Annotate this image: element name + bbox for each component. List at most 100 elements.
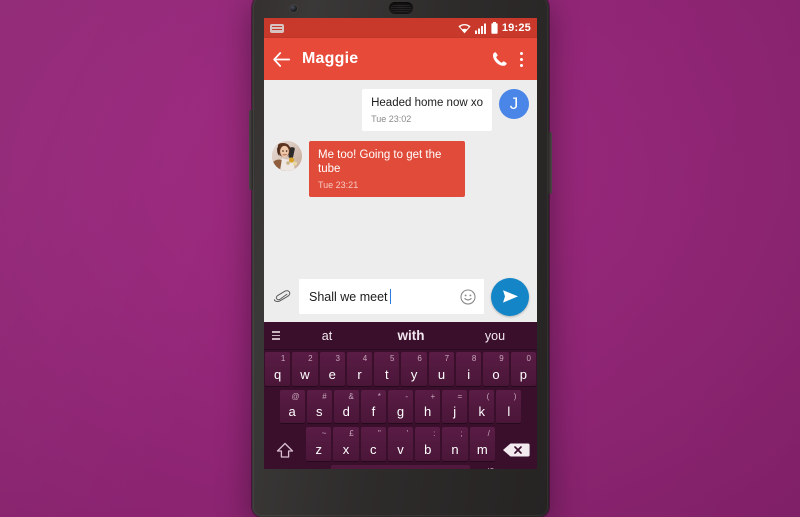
key-sub-label: 0 — [526, 354, 531, 363]
message-input[interactable]: Shall we meet — [309, 289, 391, 304]
emoji-enter-key[interactable] — [501, 465, 536, 469]
key-r[interactable]: 4r — [346, 352, 373, 386]
key-label: c — [370, 441, 377, 457]
key-sub-label: * — [377, 391, 381, 401]
virtual-keyboard: at with you 1q 2w 3e 4r 5t 6y 7u 8i 9o 0… — [264, 322, 537, 469]
smiley-face-icon[interactable] — [460, 288, 476, 305]
prediction-candidate-2[interactable]: you — [453, 329, 537, 343]
key-label: d — [342, 404, 350, 419]
key-q[interactable]: 1q — [265, 352, 291, 386]
key-w[interactable]: 2w — [292, 352, 318, 386]
key-p[interactable]: 0p — [510, 352, 536, 386]
key-l[interactable]: ) l — [496, 389, 522, 423]
key-v[interactable]: ' v — [387, 427, 414, 461]
key-label: q — [274, 366, 282, 382]
key-d[interactable]: & d — [333, 389, 359, 423]
key-sub-label: / — [487, 429, 490, 438]
key-label: w — [300, 366, 310, 382]
key-sub-label: 6 — [417, 354, 422, 363]
key-sub-label: & — [348, 391, 354, 401]
key-label: b — [424, 441, 432, 457]
power-side-button[interactable] — [548, 132, 552, 194]
key-o[interactable]: 9o — [483, 352, 509, 386]
more-vertical-icon[interactable] — [514, 50, 528, 68]
key-b[interactable]: :b — [415, 427, 441, 461]
key-i[interactable]: 8i — [456, 352, 482, 386]
avatar-initial: J — [509, 94, 519, 113]
key-u[interactable]: 7u — [428, 352, 455, 386]
message-input-wrapper[interactable]: Shall we meet — [299, 279, 484, 314]
key-m[interactable]: / m — [469, 427, 495, 461]
space-key[interactable]: SwiftKey — [330, 464, 471, 469]
front-camera-icon — [290, 5, 297, 12]
conversation-title: Maggie — [302, 50, 359, 67]
key-a[interactable]: @ a — [279, 389, 305, 423]
row2-right-pad — [523, 390, 536, 424]
text-caret — [389, 289, 391, 304]
key-label: r — [357, 366, 362, 382]
key-s[interactable]: # s — [306, 389, 332, 423]
earpiece-speaker-icon — [388, 2, 413, 14]
key-k[interactable]: (k — [469, 389, 495, 423]
message-bubble[interactable]: Headed home now xo Tue 23:02 — [362, 89, 492, 131]
key-sub-label: 3 — [335, 354, 340, 363]
paperclip-icon[interactable] — [272, 289, 292, 304]
key-sub-label: ) — [513, 391, 517, 401]
key-label: j — [453, 404, 457, 419]
key-label: g — [396, 404, 405, 419]
key-n[interactable]: ; n — [442, 427, 468, 461]
shift-key[interactable] — [265, 427, 304, 461]
message-list: Headed home now xo Tue 23:02 J Me too! G… — [264, 80, 537, 271]
status-bar: 19:25 — [264, 18, 537, 38]
key-label: p — [519, 366, 527, 382]
prediction-candidate-0[interactable]: at — [285, 329, 369, 343]
phone-call-icon[interactable] — [492, 51, 508, 67]
period-key[interactable]: !? . — [472, 465, 499, 470]
key-sub-label: + — [430, 391, 436, 401]
message-timestamp: Tue 23:02 — [371, 114, 412, 125]
battery-icon — [491, 22, 498, 34]
key-sub-label: # — [322, 391, 327, 401]
send-button[interactable] — [491, 277, 529, 316]
key-j[interactable]: = j — [442, 389, 468, 423]
numeric-key[interactable]: 123 — [265, 465, 300, 470]
key-sub-label: ' — [406, 429, 409, 438]
key-y[interactable]: 6y — [401, 352, 427, 386]
key-sub-label: - — [405, 391, 409, 401]
key-z[interactable]: ~ z — [306, 427, 332, 461]
key-t[interactable]: 5t — [374, 352, 400, 386]
key-sub-label: @ — [291, 391, 300, 401]
key-f[interactable]: * f — [360, 389, 386, 423]
back-arrow-icon[interactable] — [273, 51, 290, 67]
keyboard-row-qwerty: 1q 2w 3e 4r 5t 6y 7u 8i 9o 0p — [264, 350, 537, 388]
message-bubble[interactable]: Me too! Going to get the tube Tue 23:21 — [309, 140, 465, 197]
volume-side-button[interactable] — [249, 110, 253, 190]
comma-key[interactable]: , — [302, 465, 329, 469]
key-label: i — [467, 366, 471, 382]
key-label: v — [397, 441, 404, 457]
key-g[interactable]: -g — [387, 389, 414, 423]
key-sub-label: 2 — [308, 354, 313, 363]
key-h[interactable]: + h — [415, 389, 441, 423]
prediction-candidate-1[interactable]: with — [369, 328, 453, 343]
key-label: a — [288, 404, 296, 419]
key-e[interactable]: 3e — [319, 352, 345, 386]
message-row-incoming: Me too! Going to get the tube Tue 23:21 — [272, 140, 529, 197]
key-c[interactable]: " c — [360, 427, 386, 461]
key-label: o — [492, 366, 500, 382]
key-x[interactable]: £ x — [333, 427, 359, 461]
key-sub-label: = — [457, 391, 463, 401]
key-label: z — [315, 441, 323, 457]
key-label: m — [476, 441, 488, 457]
hamburger-menu-icon[interactable] — [267, 331, 285, 340]
key-sub-label: ( — [486, 391, 490, 401]
backspace-delete-icon — [503, 443, 531, 456]
send-paper-plane-icon — [502, 290, 518, 303]
app-bar: Maggie — [264, 38, 537, 80]
key-label: x — [342, 441, 350, 457]
shift-arrow-icon — [276, 442, 293, 458]
status-bar-right: 19:25 — [458, 22, 531, 34]
avatar: J — [499, 89, 529, 119]
key-label: u — [437, 366, 446, 382]
backspace-key[interactable] — [497, 427, 536, 461]
